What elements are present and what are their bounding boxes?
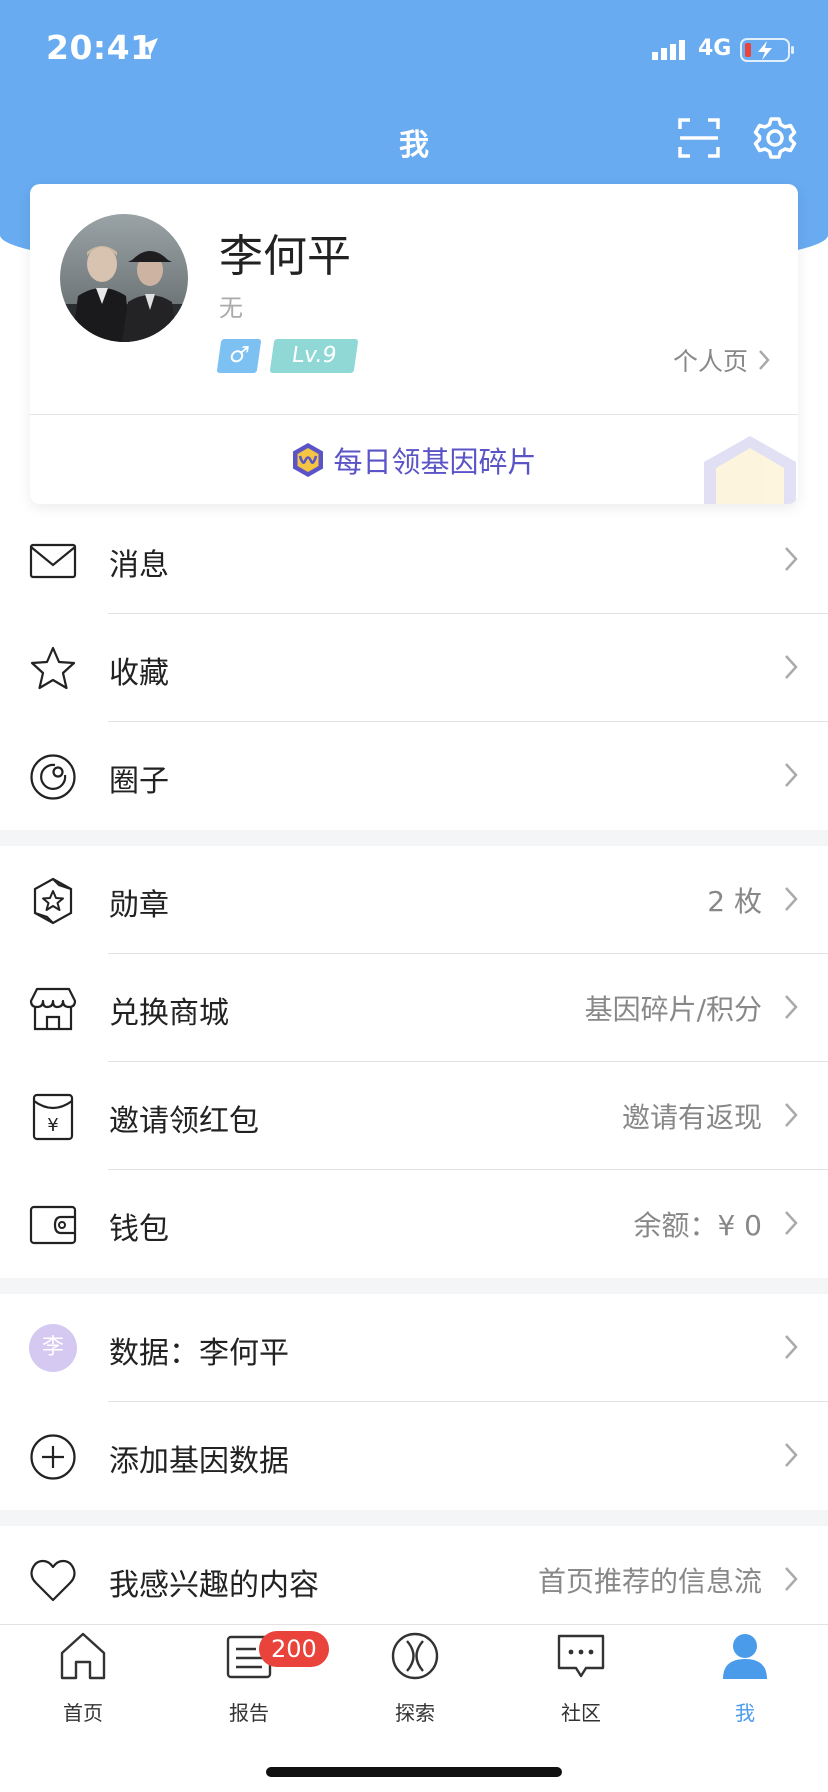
red-packet-icon: ¥ — [32, 1093, 74, 1141]
tab-label: 社区 — [561, 1701, 601, 1725]
menu-label: 我感兴趣的内容 — [109, 1568, 319, 1603]
daily-reward-button[interactable]: 每日领基因碎片 — [30, 415, 798, 504]
circle-group-icon — [30, 754, 76, 800]
svg-text:¥: ¥ — [47, 1115, 58, 1136]
home-indicator — [266, 1767, 562, 1777]
invite-hint: 邀请有返现 — [621, 1101, 762, 1134]
interests-hint: 首页推荐的信息流 — [537, 1565, 762, 1598]
chevron-right-icon — [785, 995, 798, 1019]
personal-page-label: 个人页 — [672, 347, 748, 376]
tab-label: 我 — [735, 1701, 755, 1725]
network-type: 4G — [698, 36, 732, 61]
tab-label: 探索 — [395, 1701, 435, 1725]
menu-item-circles[interactable]: 圈子 — [0, 722, 828, 830]
menu-label: 邀请领红包 — [109, 1104, 259, 1139]
chevron-right-icon — [785, 1335, 798, 1359]
chevron-right-icon — [785, 1103, 798, 1127]
chevron-right-icon — [785, 887, 798, 911]
gene-fragment-icon — [293, 442, 324, 477]
medal-count: 2 枚 — [707, 885, 762, 918]
gender-male-badge: ♂ — [216, 339, 262, 373]
wallet-balance: 余额：¥ 0 — [633, 1209, 762, 1242]
wallet-icon — [29, 1205, 77, 1245]
user-avatar[interactable] — [60, 214, 188, 342]
menu-label: 收藏 — [109, 656, 169, 691]
tab-explore[interactable]: 探索 — [332, 1625, 498, 1735]
chevron-right-icon — [759, 350, 770, 370]
report-badge: 200 — [259, 1631, 329, 1667]
level-badge: Lv.9 — [269, 339, 359, 373]
gene-watermark-icon — [704, 436, 796, 504]
settings-gear-icon[interactable] — [753, 116, 797, 160]
menu-label: 钱包 — [109, 1212, 169, 1247]
menu-item-medals[interactable]: 勋章 2 枚 — [0, 846, 828, 954]
chevron-right-icon — [785, 655, 798, 679]
shop-icon — [29, 987, 77, 1031]
scan-icon[interactable] — [678, 117, 720, 159]
medal-icon — [33, 877, 73, 925]
menu-label: 圈子 — [109, 764, 169, 799]
menu-label: 兑换商城 — [109, 996, 229, 1031]
community-chat-icon — [557, 1634, 605, 1678]
section-gap — [0, 1510, 828, 1526]
exchange-hint: 基因碎片/积分 — [584, 993, 762, 1026]
heart-icon — [30, 1559, 76, 1602]
chevron-right-icon — [785, 547, 798, 571]
profile-card: 李何平 无 ♂ Lv.9 个人页 每日领基因碎片 — [30, 184, 798, 504]
person-icon — [723, 1634, 767, 1679]
menu-item-invite-red-packet[interactable]: ¥ 邀请领红包 邀请有返现 — [0, 1062, 828, 1170]
menu-label: 添加基因数据 — [109, 1444, 289, 1479]
user-bio: 无 — [219, 294, 243, 322]
menu-item-data-profile[interactable]: 李 数据：李何平 — [0, 1294, 828, 1402]
data-owner-avatar: 李 — [29, 1324, 77, 1372]
menu-label: 勋章 — [109, 888, 169, 923]
mail-icon — [29, 543, 77, 579]
menu-item-add-gene-data[interactable]: 添加基因数据 — [0, 1402, 828, 1510]
chevron-right-icon — [785, 763, 798, 787]
menu-item-favorites[interactable]: 收藏 — [0, 614, 828, 722]
personal-page-link[interactable]: 个人页 — [673, 342, 770, 378]
tab-home[interactable]: 首页 — [0, 1625, 166, 1735]
chevron-right-icon — [785, 1443, 798, 1467]
menu-label: 数据：李何平 — [109, 1336, 289, 1371]
menu-item-interests[interactable]: 我感兴趣的内容 首页推荐的信息流 — [0, 1526, 828, 1634]
explore-icon — [391, 1632, 439, 1680]
battery-icon — [740, 38, 794, 62]
signal-icon — [652, 40, 685, 60]
menu-item-exchange-store[interactable]: 兑换商城 基因碎片/积分 — [0, 954, 828, 1062]
plus-circle-icon — [30, 1434, 76, 1480]
section-gap — [0, 830, 828, 846]
tab-me[interactable]: 我 — [662, 1625, 828, 1735]
home-icon — [60, 1632, 106, 1680]
menu-item-wallet[interactable]: 钱包 余额：¥ 0 — [0, 1170, 828, 1278]
chevron-right-icon — [785, 1211, 798, 1235]
tab-community[interactable]: 社区 — [498, 1625, 664, 1735]
menu-label: 消息 — [109, 548, 169, 583]
section-gap — [0, 1278, 828, 1294]
status-bar: 20:41 4G — [0, 0, 828, 100]
daily-reward-label: 每日领基因碎片 — [333, 444, 537, 479]
chevron-right-icon — [785, 1567, 798, 1591]
menu-item-messages[interactable]: 消息 — [0, 506, 828, 614]
location-arrow-icon — [140, 38, 158, 56]
tab-label: 报告 — [229, 1701, 269, 1725]
user-name: 李何平 — [219, 231, 351, 282]
star-icon — [30, 646, 76, 690]
tab-label: 首页 — [63, 1701, 103, 1725]
